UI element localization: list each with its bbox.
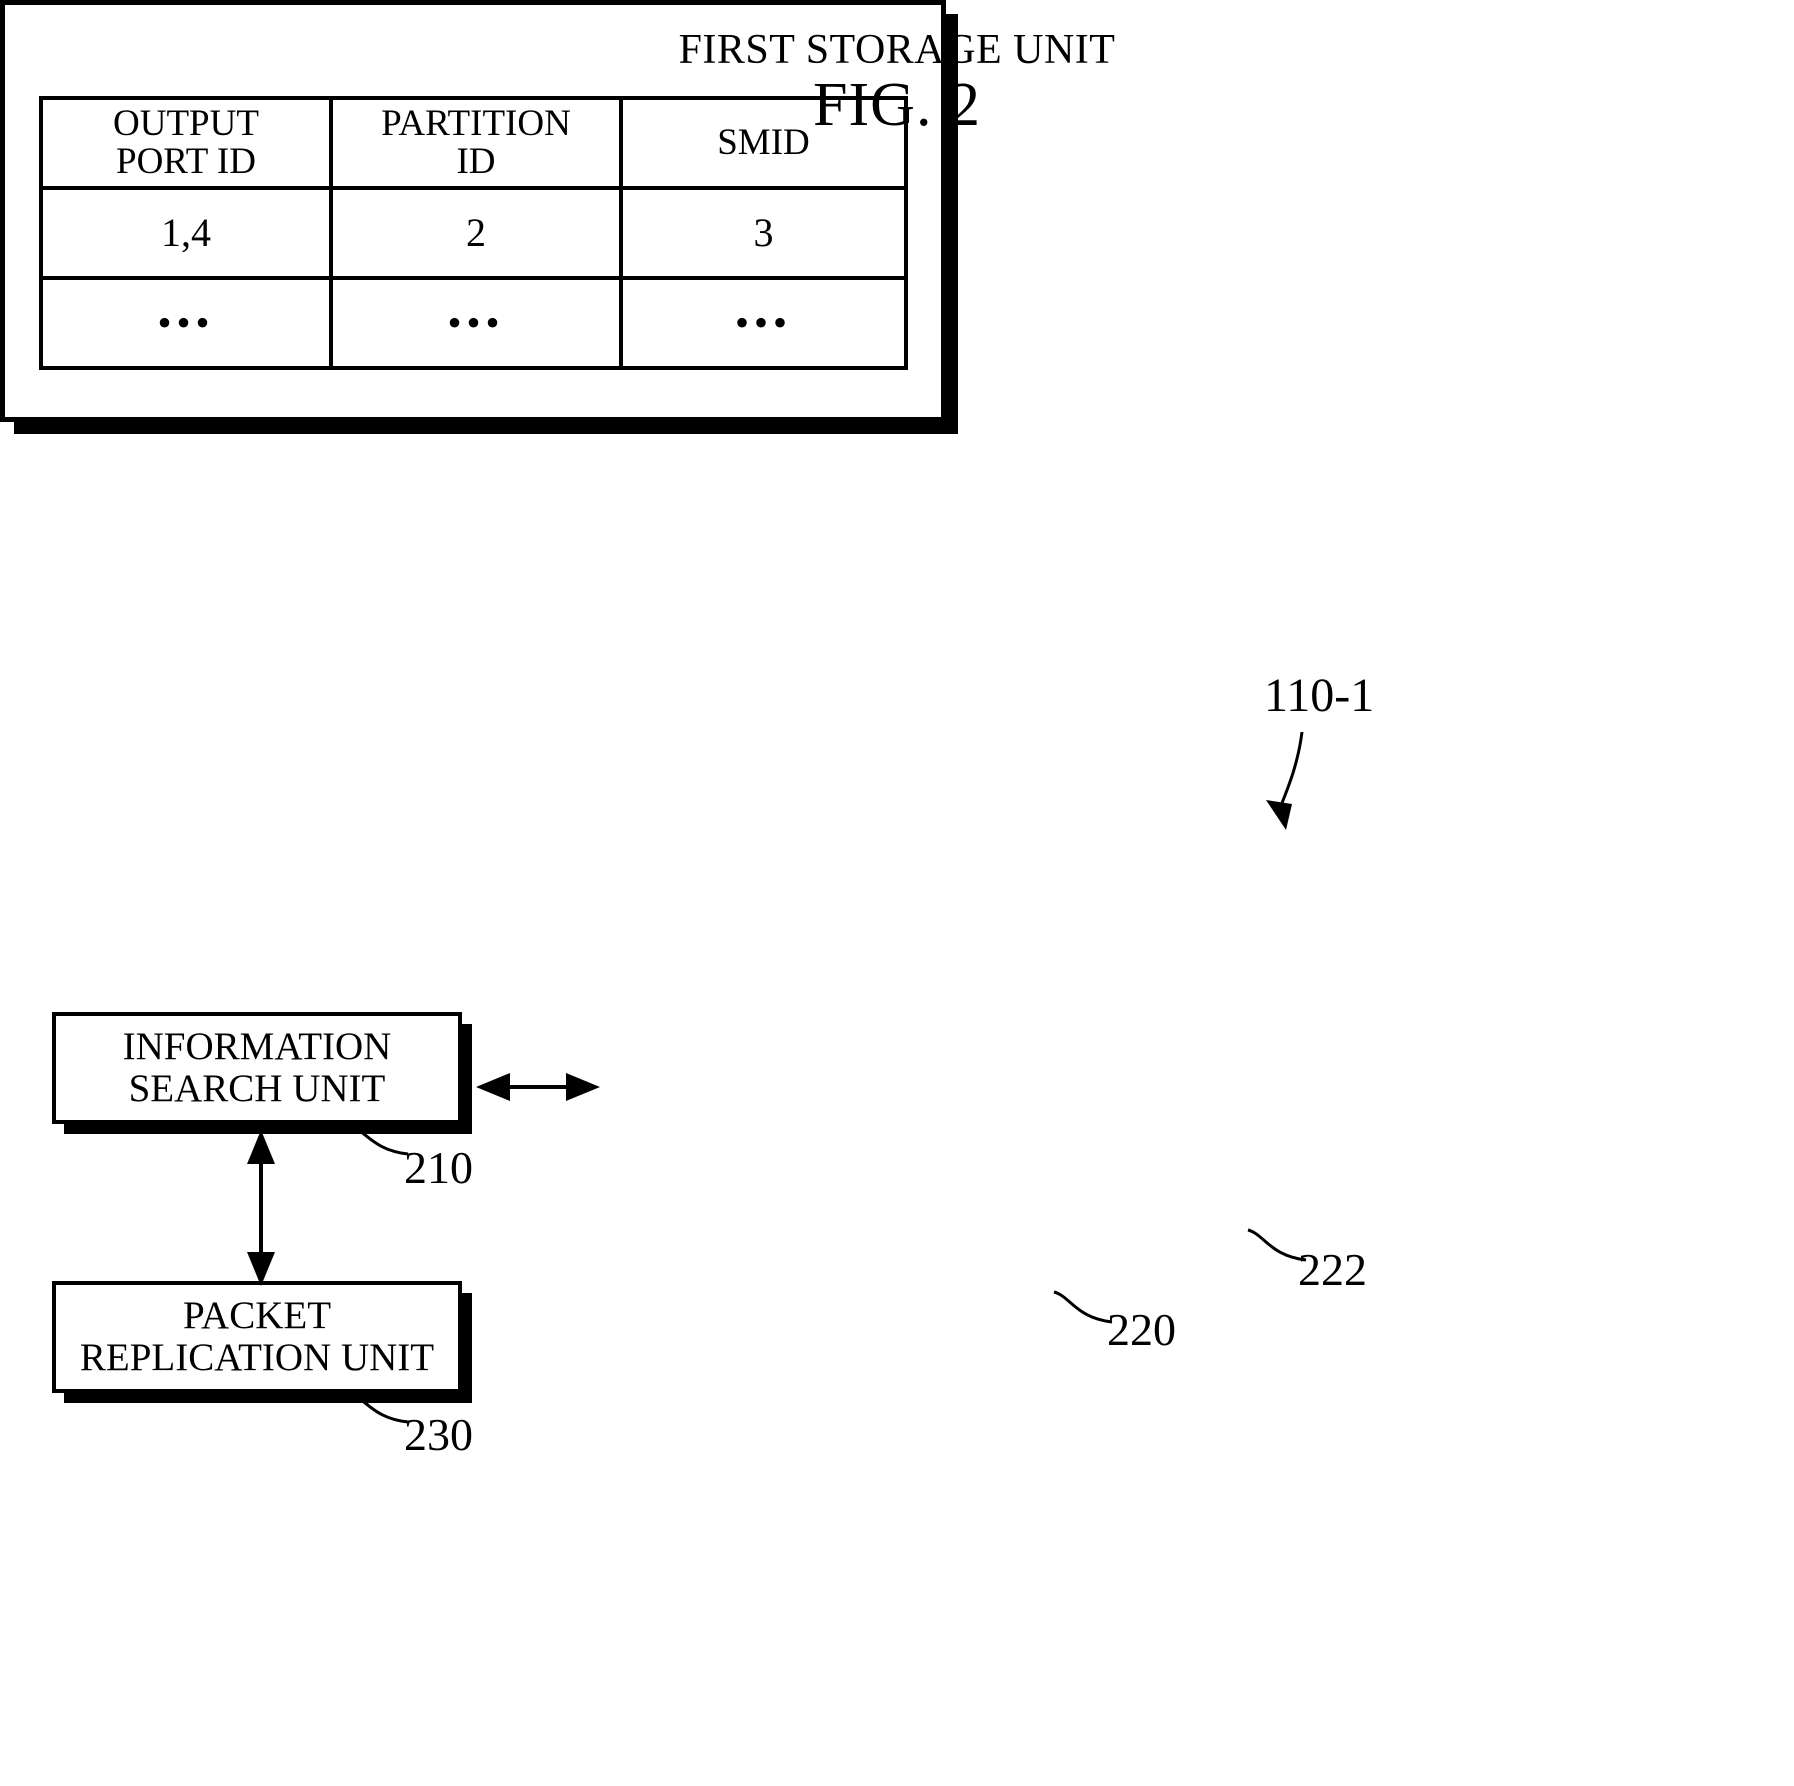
header-line1: OUTPUT <box>113 102 259 144</box>
column-header-partition-id: PARTITION ID <box>329 96 623 190</box>
table-header-row: OUTPUT PORT ID PARTITION ID SMID <box>39 96 908 190</box>
cell-output-port-id: 1,4 <box>39 186 333 280</box>
storage-mapping-table: OUTPUT PORT ID PARTITION ID SMID 1,4 2 3… <box>39 96 908 370</box>
packet-replication-unit-label-line2: REPLICATION UNIT <box>79 1336 435 1379</box>
bidirectional-horizontal-arrow <box>476 1073 600 1101</box>
header-line2: ID <box>456 141 496 182</box>
first-storage-unit-title: FIRST STORAGE UNIT <box>678 27 1116 73</box>
cell-smid: 3 <box>619 186 908 280</box>
cell-partition-id-ellipsis: ••• <box>329 276 623 370</box>
packet-replication-unit-block[interactable]: PACKET REPLICATION UNIT <box>52 1281 462 1393</box>
header-line2: PORT ID <box>116 141 256 182</box>
table-row: ••• ••• ••• <box>39 276 908 370</box>
table-row: 1,4 2 3 <box>39 186 908 280</box>
reference-numeral-110-1: 110-1 <box>1264 669 1375 722</box>
information-search-unit-label-line1: INFORMATION <box>122 1024 392 1068</box>
reference-numeral-220: 220 <box>1107 1304 1176 1355</box>
cell-partition-id: 2 <box>329 186 623 280</box>
packet-replication-unit-label: PACKET REPLICATION UNIT <box>79 1293 435 1379</box>
column-header-output-port-id: OUTPUT PORT ID <box>39 96 333 190</box>
header-line1: SMID <box>717 121 810 163</box>
header-line1: PARTITION <box>381 102 571 144</box>
bidirectional-vertical-arrow <box>247 1130 275 1286</box>
cell-smid-ellipsis: ••• <box>619 276 908 370</box>
cell-output-port-id-ellipsis: ••• <box>39 276 333 370</box>
first-storage-unit-block[interactable]: FIRST STORAGE UNIT OUTPUT PORT ID PARTIT… <box>0 0 1115 422</box>
information-search-unit-block[interactable]: INFORMATION SEARCH UNIT <box>52 1012 462 1124</box>
system-pointer-arrow <box>1266 731 1304 830</box>
information-search-unit-label-line2: SEARCH UNIT <box>128 1067 386 1110</box>
column-header-smid: SMID <box>619 96 908 190</box>
packet-replication-unit-label-line1: PACKET <box>182 1293 332 1337</box>
reference-numeral-230: 230 <box>404 1409 473 1460</box>
information-search-unit-label: INFORMATION SEARCH UNIT <box>122 1024 392 1110</box>
reference-numeral-210: 210 <box>404 1142 473 1193</box>
reference-numeral-222: 222 <box>1298 1244 1367 1295</box>
